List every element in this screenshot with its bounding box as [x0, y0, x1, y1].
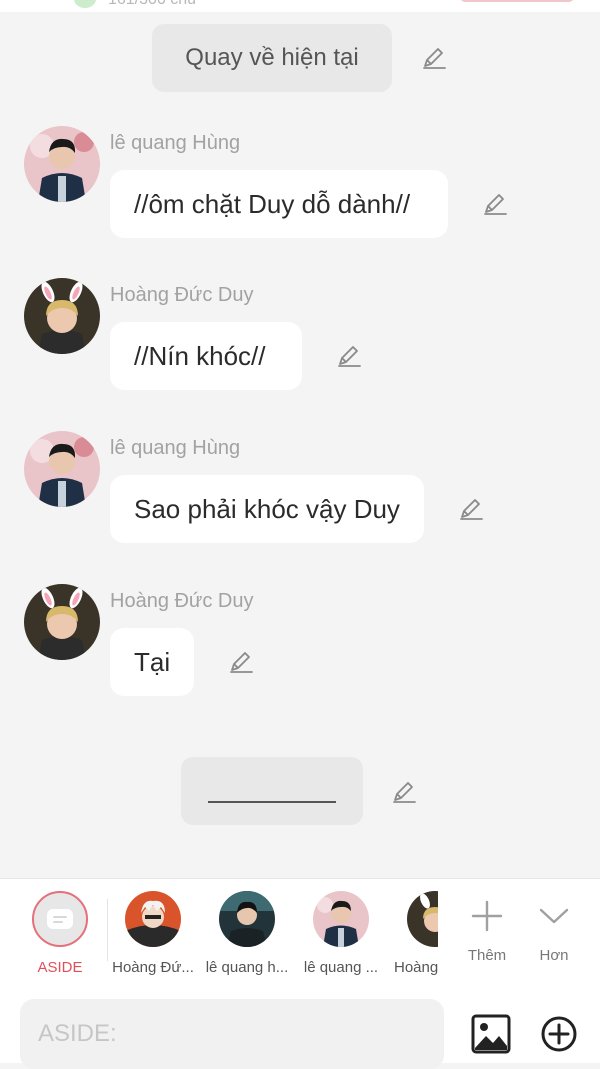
- sender-name: lê quang Hùng: [110, 132, 241, 154]
- character-bar: ASIDE Hoàng Đứ... lê quang h... lê quang…: [0, 878, 600, 990]
- aside-icon: [32, 891, 88, 947]
- message-text: //ôm chặt Duy dỗ dành//: [134, 188, 411, 219]
- character-avatar: [125, 891, 181, 947]
- message-input[interactable]: [20, 999, 444, 1069]
- edit-pencil-icon[interactable]: [458, 496, 484, 522]
- character-name: lê quang ...: [303, 959, 379, 976]
- character-aside[interactable]: ASIDE: [15, 891, 105, 976]
- edit-pencil-icon[interactable]: [391, 779, 417, 805]
- top-status-bar: 161/300 chữ: [0, 0, 600, 12]
- sender-name: Hoàng Đức Duy: [110, 590, 254, 612]
- character-avatar: [407, 891, 438, 947]
- avatar-duy[interactable]: [24, 584, 100, 660]
- character-duy[interactable]: Hoàng Đứ...: [108, 891, 198, 976]
- message-bubble[interactable]: //ôm chặt Duy dỗ dành//: [110, 170, 448, 238]
- add-character-label: Thêm: [467, 947, 507, 964]
- blank-underline: [208, 801, 336, 803]
- status-check-icon: [74, 0, 96, 8]
- avatar-duy[interactable]: [24, 278, 100, 354]
- chevron-down-icon: [521, 893, 587, 939]
- narration-bubble-blank[interactable]: [181, 757, 363, 825]
- sender-name: Hoàng Đức Duy: [110, 284, 254, 306]
- character-hung-1[interactable]: lê quang h...: [202, 891, 292, 976]
- character-name: Hoàng: [394, 959, 438, 976]
- character-name: lê quang h...: [205, 959, 289, 976]
- add-character-button[interactable]: Thêm: [454, 893, 520, 964]
- sender-name: lê quang Hùng: [110, 437, 241, 459]
- top-action-button[interactable]: [460, 0, 574, 2]
- message-bubble[interactable]: //Nín khóc//: [110, 322, 302, 390]
- edit-pencil-icon[interactable]: [228, 649, 254, 675]
- character-hung-2[interactable]: lê quang ...: [296, 891, 386, 976]
- character-name: ASIDE: [37, 959, 83, 976]
- message-text: Tại: [134, 646, 171, 677]
- character-avatar: [219, 891, 275, 947]
- expand-button[interactable]: Hơn: [521, 893, 587, 964]
- message-bubble[interactable]: Tại: [110, 628, 194, 696]
- plus-icon: [454, 893, 520, 939]
- message-bubble[interactable]: Sao phải khóc vậy Duy: [110, 475, 424, 543]
- narration-text: Quay về hiện tại: [185, 44, 359, 71]
- edit-pencil-icon[interactable]: [482, 191, 508, 217]
- character-avatar: [313, 891, 369, 947]
- edit-pencil-icon[interactable]: [336, 343, 362, 369]
- expand-label: Hơn: [539, 947, 569, 964]
- message-text: //Nín khóc//: [134, 340, 266, 371]
- word-count: 161/300 chữ: [108, 0, 198, 9]
- narration-bubble[interactable]: Quay về hiện tại: [152, 24, 392, 92]
- avatar-hung[interactable]: [24, 431, 100, 507]
- add-circle-icon[interactable]: [540, 1015, 578, 1058]
- message-text: Sao phải khóc vậy Duy: [134, 493, 400, 524]
- edit-pencil-icon[interactable]: [421, 45, 447, 71]
- image-icon[interactable]: [471, 1014, 511, 1059]
- character-name: Hoàng Đứ...: [112, 959, 194, 976]
- character-duy-2[interactable]: Hoàng: [390, 891, 438, 976]
- input-bar: [0, 989, 600, 1069]
- avatar-hung[interactable]: [24, 126, 100, 202]
